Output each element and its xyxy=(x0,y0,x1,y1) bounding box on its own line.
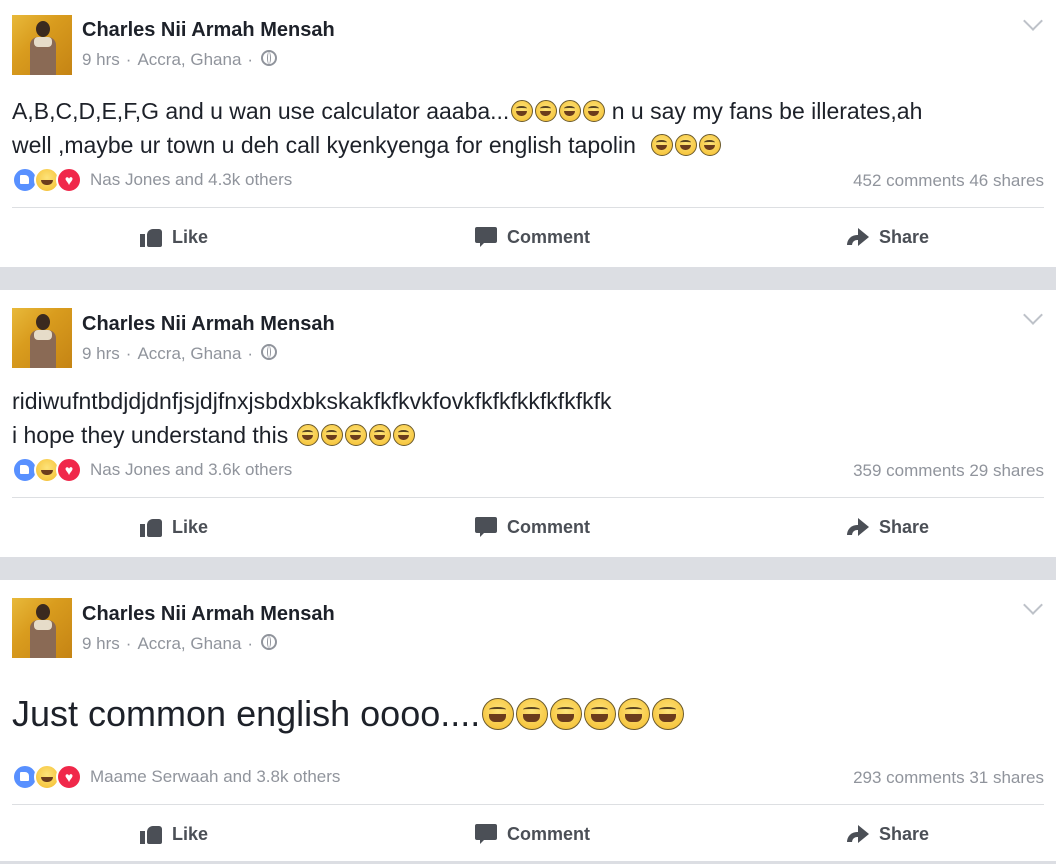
post-text: A,B,C,D,E,F,G and u wan use calculator a… xyxy=(12,98,923,158)
comment-icon xyxy=(475,227,497,247)
reactions-text: Maame Serwaah and 3.8k others xyxy=(90,767,341,786)
comment-icon xyxy=(475,824,497,844)
tears-of-joy-emoji xyxy=(559,100,582,122)
like-button[interactable]: Like xyxy=(140,804,208,864)
shares-count[interactable]: 31 shares xyxy=(969,768,1044,787)
globe-icon xyxy=(261,634,278,650)
chevron-down-icon[interactable] xyxy=(1023,305,1043,325)
share-button[interactable]: Share xyxy=(845,207,929,267)
like-button[interactable]: Like xyxy=(140,497,208,557)
tears-of-joy-emoji xyxy=(652,698,685,730)
reactions-text: Nas Jones and 3.6k others xyxy=(90,460,293,479)
post-meta: 9 hrs · Accra, Ghana · xyxy=(82,50,278,70)
comment-button[interactable]: Comment xyxy=(475,804,590,864)
avatar[interactable] xyxy=(12,15,72,75)
tears-of-joy-emoji xyxy=(535,100,558,122)
engagement-counts: 293 comments 31 shares xyxy=(853,768,1044,788)
share-icon xyxy=(845,824,869,844)
avatar[interactable] xyxy=(12,598,72,658)
tears-of-joy-emoji xyxy=(516,698,549,730)
comments-count[interactable]: 359 comments xyxy=(853,461,965,480)
love-reaction-icon xyxy=(56,457,82,483)
post-time[interactable]: 9 hrs xyxy=(82,50,120,69)
reactions-summary[interactable]: Nas Jones and 3.6k others xyxy=(12,457,292,483)
post-location[interactable]: Accra, Ghana xyxy=(137,634,241,653)
shares-count[interactable]: 29 shares xyxy=(969,461,1044,480)
like-icon xyxy=(140,517,162,537)
chevron-down-icon[interactable] xyxy=(1023,595,1043,615)
tears-of-joy-emoji xyxy=(674,134,697,156)
action-bar: Like Comment Share xyxy=(0,497,1056,557)
tears-of-joy-emoji xyxy=(584,698,617,730)
like-icon xyxy=(140,824,162,844)
tears-of-joy-emoji xyxy=(392,424,415,446)
like-button[interactable]: Like xyxy=(140,207,208,267)
engagement-counts: 359 comments 29 shares xyxy=(853,461,1044,481)
tears-of-joy-emoji xyxy=(511,100,534,122)
shares-count[interactable]: 46 shares xyxy=(969,171,1044,190)
author-name[interactable]: Charles Nii Armah Mensah xyxy=(82,313,335,336)
reactions-summary[interactable]: Maame Serwaah and 3.8k others xyxy=(12,764,340,790)
comment-button[interactable]: Comment xyxy=(475,497,590,557)
post-card: Charles Nii Armah Mensah 9 hrs · Accra, Gh… xyxy=(0,0,1056,267)
avatar[interactable] xyxy=(12,308,72,368)
share-button[interactable]: Share xyxy=(845,804,929,864)
comment-button[interactable]: Comment xyxy=(475,207,590,267)
like-icon xyxy=(140,227,162,247)
tears-of-joy-emoji xyxy=(650,134,673,156)
post-time[interactable]: 9 hrs xyxy=(82,344,120,363)
love-reaction-icon xyxy=(56,764,82,790)
reactions-text: Nas Jones and 4.3k others xyxy=(90,170,293,189)
love-reaction-icon xyxy=(56,167,82,193)
tears-of-joy-emoji xyxy=(550,698,583,730)
post-meta: 9 hrs · Accra, Ghana · xyxy=(82,344,278,364)
post-card: Charles Nii Armah Mensah 9 hrs · Accra, Gh… xyxy=(0,290,1056,557)
share-icon xyxy=(845,227,869,247)
post-card: Charles Nii Armah Mensah 9 hrs · Accra, Gh… xyxy=(0,580,1056,861)
chevron-down-icon[interactable] xyxy=(1023,11,1043,31)
comments-count[interactable]: 293 comments xyxy=(853,768,965,787)
globe-icon xyxy=(261,50,278,66)
post-location[interactable]: Accra, Ghana xyxy=(137,344,241,363)
share-button[interactable]: Share xyxy=(845,497,929,557)
comments-count[interactable]: 452 comments xyxy=(853,171,965,190)
tears-of-joy-emoji xyxy=(698,134,721,156)
tears-of-joy-emoji xyxy=(618,698,651,730)
author-name[interactable]: Charles Nii Armah Mensah xyxy=(82,19,335,42)
action-bar: Like Comment Share xyxy=(0,207,1056,267)
author-name[interactable]: Charles Nii Armah Mensah xyxy=(82,603,335,626)
tears-of-joy-emoji xyxy=(296,424,319,446)
engagement-counts: 452 comments 46 shares xyxy=(853,171,1044,191)
post-text: ridiwufntbdjdjdnfjsjdjfnxjsbdxbkskakfkfk… xyxy=(12,388,612,448)
action-bar: Like Comment Share xyxy=(0,804,1056,864)
tears-of-joy-emoji xyxy=(482,698,515,730)
globe-icon xyxy=(261,344,278,360)
tears-of-joy-emoji xyxy=(320,424,343,446)
tears-of-joy-emoji xyxy=(583,100,606,122)
tears-of-joy-emoji xyxy=(368,424,391,446)
post-time[interactable]: 9 hrs xyxy=(82,634,120,653)
reactions-summary[interactable]: Nas Jones and 4.3k others xyxy=(12,167,292,193)
comment-icon xyxy=(475,517,497,537)
share-icon xyxy=(845,517,869,537)
tears-of-joy-emoji xyxy=(344,424,367,446)
post-location[interactable]: Accra, Ghana xyxy=(137,50,241,69)
post-text: Just common english oooo.... xyxy=(12,692,685,736)
post-meta: 9 hrs · Accra, Ghana · xyxy=(82,634,278,654)
